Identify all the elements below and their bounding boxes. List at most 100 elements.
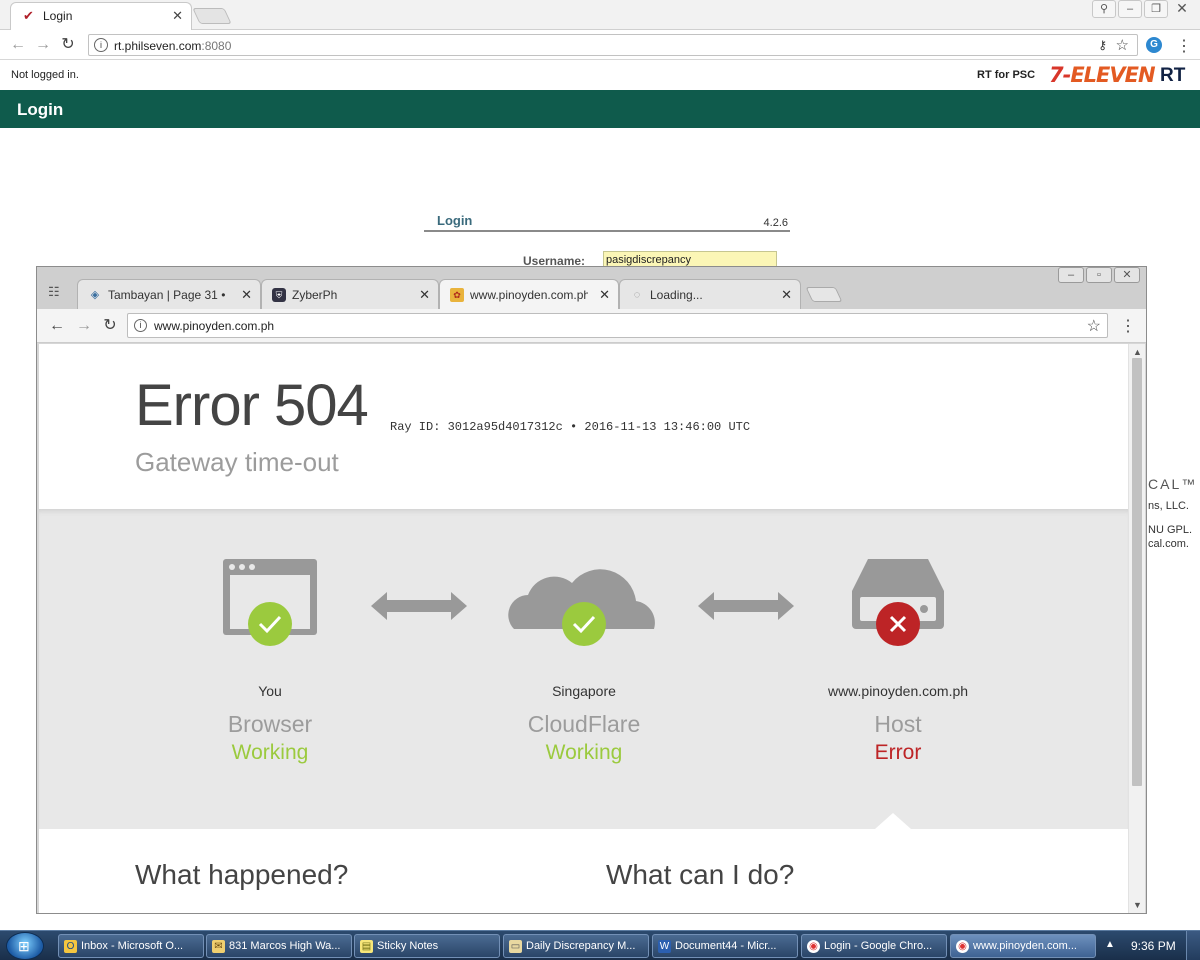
- tab-zyberph[interactable]: ⛨ ZyberPh ✕: [261, 279, 439, 309]
- error-header: Error 504 Ray ID: 3012a95d4017312c • 201…: [39, 344, 1128, 509]
- reload-icon[interactable]: ↻: [58, 35, 78, 55]
- front-browser-window: ☷ ◈ Tambayan | Page 31 • Ph ✕ ⛨ ZyberPh …: [36, 266, 1147, 914]
- back-tab-title: Login: [43, 9, 73, 23]
- reload-icon[interactable]: ↻: [100, 316, 120, 336]
- chrome-icon: ◉: [956, 940, 969, 953]
- tab-title: Loading...: [650, 288, 703, 302]
- close-tab-icon[interactable]: ✕: [419, 287, 430, 303]
- rt-for-label: RT for PSC: [977, 69, 1036, 81]
- double-arrow-icon: [371, 592, 467, 620]
- extension-icon[interactable]: G: [1146, 37, 1162, 53]
- tab-title: www.pinoyden.com.ph |: [470, 288, 588, 302]
- key-icon[interactable]: ⚷: [1098, 38, 1107, 52]
- minimize-button[interactable]: –: [1118, 0, 1142, 18]
- scrollbar-thumb[interactable]: [1132, 358, 1142, 786]
- front-address-bar[interactable]: i www.pinoyden.com.ph ☆: [127, 313, 1108, 338]
- seven-eleven-logo: 7-ELEVEN: [1049, 63, 1156, 87]
- browser-window-icon: [223, 559, 317, 646]
- new-tab-button[interactable]: [805, 287, 843, 302]
- login-box-header: Login 4.2.6: [424, 212, 790, 232]
- error-page: Error 504 Ray ID: 3012a95d4017312c • 201…: [39, 344, 1128, 913]
- cloud-icon: [508, 569, 655, 646]
- scroll-down-icon[interactable]: ▼: [1133, 900, 1142, 910]
- word-icon: W: [658, 940, 671, 953]
- error-subtitle: Gateway time-out: [135, 447, 339, 477]
- error-details: What happened? What can I do?: [39, 813, 1128, 913]
- back-tab-login[interactable]: ✔ Login ✕: [10, 2, 192, 30]
- show-desktop-button[interactable]: [1186, 931, 1200, 960]
- node-status: Error: [874, 741, 922, 764]
- close-tab-icon[interactable]: ✕: [599, 287, 610, 303]
- restore-button[interactable]: ❐: [1144, 0, 1168, 18]
- tray-expand-icon[interactable]: ▲: [1105, 939, 1115, 950]
- forward-arrow-icon[interactable]: →: [74, 316, 94, 336]
- tambayan-favicon: ◈: [90, 289, 100, 301]
- taskbar-label: Daily Discrepancy M...: [526, 940, 636, 952]
- what-can-i-do-heading: What can I do?: [606, 859, 795, 890]
- vertical-scrollbar[interactable]: ▲ ▼: [1128, 344, 1145, 913]
- error-code: Error 504: [135, 373, 369, 438]
- what-happened-heading: What happened?: [135, 859, 349, 890]
- page-title: Login: [17, 100, 64, 119]
- document-icon: ▭: [509, 940, 522, 953]
- back-window-controls: ⚲ – ❐ ✕: [1092, 0, 1194, 20]
- chrome-menu-icon[interactable]: ⋮: [1176, 36, 1192, 56]
- taskbar-item-discrepancy[interactable]: ▭ Daily Discrepancy M...: [503, 934, 649, 958]
- close-window-button[interactable]: ✕: [1170, 0, 1194, 18]
- tab-loading[interactable]: ◌ Loading... ✕: [619, 279, 801, 309]
- node-host: www.pinoyden.com.ph Host Error: [778, 509, 1018, 829]
- start-button[interactable]: ⊞: [6, 932, 44, 960]
- back-browser-toolbar: ← → ↻ i rt.philseven.com:8080 ⚷ ☆ G ⋮: [0, 30, 1200, 60]
- taskbar-item-word[interactable]: W Document44 - Micr...: [652, 934, 798, 958]
- clock[interactable]: 9:36 PM: [1131, 939, 1176, 953]
- taskbar-item-sticky-notes[interactable]: ▤ Sticky Notes: [354, 934, 500, 958]
- close-window-button[interactable]: ✕: [1114, 267, 1140, 283]
- restore-button[interactable]: ▫: [1086, 267, 1112, 283]
- node-location: Singapore: [552, 683, 616, 699]
- info-icon[interactable]: i: [134, 319, 147, 332]
- chrome-menu-icon[interactable]: ⋮: [1120, 316, 1136, 336]
- back-address-bar[interactable]: i rt.philseven.com:8080 ⚷ ☆: [88, 34, 1138, 56]
- close-tab-icon[interactable]: ✕: [172, 8, 183, 24]
- incognito-icon: ☷: [48, 284, 60, 299]
- scroll-up-icon[interactable]: ▲: [1133, 347, 1142, 357]
- taskbar-label: 831 Marcos High Wa...: [229, 940, 341, 952]
- node-location: You: [258, 683, 282, 699]
- chrome-icon: ◉: [807, 940, 820, 953]
- zyberph-favicon: ⛨: [272, 288, 286, 302]
- taskbar-label: Sticky Notes: [377, 940, 439, 952]
- tab-title: Tambayan | Page 31 • Ph: [108, 288, 228, 302]
- back-arrow-icon[interactable]: ←: [8, 35, 28, 55]
- close-tab-icon[interactable]: ✕: [781, 287, 792, 303]
- taskbar-item-chrome-login[interactable]: ◉ Login - Google Chro...: [801, 934, 947, 958]
- bookmark-star-icon[interactable]: ☆: [1116, 36, 1129, 54]
- node-browser: You Browser Working: [150, 509, 390, 829]
- pinoyden-favicon: ✿: [450, 288, 464, 302]
- taskbar-item-chrome-pinoyden[interactable]: ◉ www.pinoyden.com...: [950, 934, 1096, 958]
- node-location: www.pinoyden.com.ph: [827, 683, 969, 699]
- rt-version: 4.2.6: [763, 217, 788, 229]
- bookmark-star-icon[interactable]: ☆: [1087, 316, 1101, 336]
- rt-title-bar: Login: [0, 90, 1200, 128]
- minimize-button[interactable]: –: [1058, 267, 1084, 283]
- tab-pinoyden[interactable]: ✿ www.pinoyden.com.ph | ✕: [439, 279, 619, 309]
- user-profile-icon[interactable]: ⚲: [1092, 0, 1116, 18]
- close-tab-icon[interactable]: ✕: [241, 287, 252, 303]
- pointer-notch: [875, 813, 911, 829]
- windows-taskbar: ⊞ O Inbox - Microsoft O... ✉ 831 Marcos …: [0, 930, 1200, 960]
- forward-arrow-icon[interactable]: →: [33, 35, 53, 55]
- footer-brand: CAL™: [1148, 478, 1198, 492]
- front-url: www.pinoyden.com.ph: [154, 319, 275, 333]
- tab-tambayan[interactable]: ◈ Tambayan | Page 31 • Ph ✕: [77, 279, 261, 309]
- new-tab-button[interactable]: [192, 8, 232, 24]
- rt-favicon-icon: ✔: [23, 8, 34, 23]
- server-icon: [852, 559, 944, 646]
- taskbar-item-outlook[interactable]: O Inbox - Microsoft O...: [58, 934, 204, 958]
- tab-title: ZyberPh: [292, 288, 338, 302]
- taskbar-item-mail[interactable]: ✉ 831 Marcos High Wa...: [206, 934, 352, 958]
- node-name: Browser: [227, 711, 313, 737]
- info-icon[interactable]: i: [94, 38, 108, 52]
- taskbar-label: www.pinoyden.com...: [973, 940, 1077, 952]
- back-arrow-icon[interactable]: ←: [47, 316, 67, 336]
- footer-line: cal.com.: [1148, 538, 1189, 550]
